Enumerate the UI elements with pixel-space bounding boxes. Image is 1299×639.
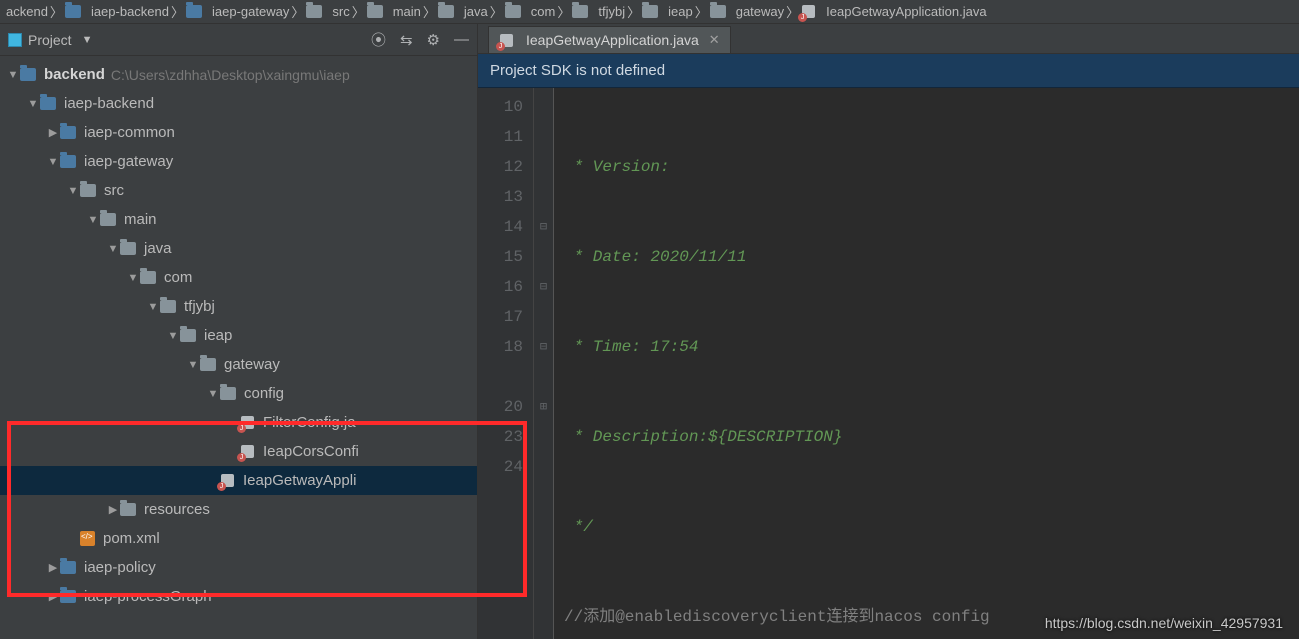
tree-file-pom[interactable]: ▶pom.xml: [0, 524, 477, 553]
module-icon: [186, 5, 202, 18]
module-icon: [60, 126, 76, 139]
project-header: Project ▼ ⦿ ⇆ ⚙ —: [0, 24, 477, 56]
editor: J IeapGetwayApplication.java ✕ Project S…: [478, 24, 1299, 639]
folder-icon: [120, 503, 136, 516]
java-file-icon: J: [499, 33, 514, 48]
chevron-down-icon: ▼: [82, 34, 93, 46]
tree-node-main[interactable]: ▼main: [0, 205, 477, 234]
module-icon: [65, 5, 81, 18]
folder-icon: [160, 300, 176, 313]
fold-gutter[interactable]: ⊟⊟⊟⊞: [534, 88, 554, 639]
tree-node-iaep-gateway[interactable]: ▼iaep-gateway: [0, 147, 477, 176]
project-tool-window: Project ▼ ⦿ ⇆ ⚙ — ▼backendC:\Users\zdhha…: [0, 24, 478, 639]
folder-icon: [80, 184, 96, 197]
tree-node-com[interactable]: ▼com: [0, 263, 477, 292]
crumb-item[interactable]: JIeapGetwayApplication.java: [801, 4, 986, 19]
crumb-item[interactable]: main: [367, 4, 421, 19]
tree-node-iaep-common[interactable]: ▶iaep-common: [0, 118, 477, 147]
project-tree[interactable]: ▼backendC:\Users\zdhha\Desktop\xaingmu\i…: [0, 56, 477, 639]
tree-node-iaep-policy[interactable]: ▶iaep-policy: [0, 553, 477, 582]
hide-icon[interactable]: —: [454, 31, 469, 48]
tree-file-getwayapp[interactable]: ▶JIeapGetwayAppli: [0, 466, 477, 495]
editor-tabbar: J IeapGetwayApplication.java ✕: [478, 24, 1299, 54]
tree-root[interactable]: ▼backendC:\Users\zdhha\Desktop\xaingmu\i…: [0, 60, 477, 89]
crumb-item[interactable]: iaep-backend: [65, 4, 169, 19]
code-area[interactable]: 101112131415161718202324 ⊟⊟⊟⊞ * Version:…: [478, 88, 1299, 639]
folder-icon: [180, 329, 196, 342]
tree-node-iaep-processgraph[interactable]: ▶iaep-processGraph: [0, 582, 477, 611]
settings-icon[interactable]: ⚙: [427, 31, 440, 49]
breadcrumb: ackend〉 iaep-backend〉 iaep-gateway〉 src〉…: [0, 0, 1299, 24]
crumb-item[interactable]: tfjybj: [572, 4, 625, 19]
crumb-item[interactable]: ackend: [6, 4, 48, 19]
tree-node-src[interactable]: ▼src: [0, 176, 477, 205]
crumb-item[interactable]: iaep-gateway: [186, 4, 289, 19]
module-icon: [40, 97, 56, 110]
tab-label: IeapGetwayApplication.java: [526, 32, 699, 48]
java-file-icon: J: [240, 415, 255, 430]
tree-node-gateway[interactable]: ▼gateway: [0, 350, 477, 379]
module-icon: [20, 68, 36, 81]
project-view-selector[interactable]: Project ▼: [8, 32, 92, 48]
folder-icon: [140, 271, 156, 284]
crumb-item[interactable]: com: [505, 4, 556, 19]
module-icon: [60, 561, 76, 574]
close-icon[interactable]: ✕: [709, 32, 720, 48]
folder-icon: [367, 5, 383, 18]
folder-icon: [438, 5, 454, 18]
crumb-item[interactable]: java: [438, 4, 488, 19]
java-file-icon: J: [240, 444, 255, 459]
tree-file-filterconfig[interactable]: ▶JFilterConfig.ja: [0, 408, 477, 437]
crumb-item[interactable]: src: [306, 4, 349, 19]
sdk-warning-banner[interactable]: Project SDK is not defined: [478, 54, 1299, 88]
project-icon: [8, 33, 22, 47]
folder-icon: [642, 5, 658, 18]
java-file-icon: J: [801, 4, 816, 19]
folder-icon: [505, 5, 521, 18]
tree-node-config[interactable]: ▼config: [0, 379, 477, 408]
folder-icon: [306, 5, 322, 18]
tree-node-java[interactable]: ▼java: [0, 234, 477, 263]
module-icon: [60, 155, 76, 168]
watermark: https://blog.csdn.net/weixin_42957931: [1045, 615, 1283, 631]
maven-icon: [80, 531, 95, 546]
tree-node-tfjybj[interactable]: ▼tfjybj: [0, 292, 477, 321]
folder-icon: [200, 358, 216, 371]
tree-node-resources[interactable]: ▶resources: [0, 495, 477, 524]
folder-icon: [120, 242, 136, 255]
java-file-icon: J: [220, 473, 235, 488]
folder-icon: [572, 5, 588, 18]
tree-file-corsconfig[interactable]: ▶JIeapCorsConfi: [0, 437, 477, 466]
editor-tab[interactable]: J IeapGetwayApplication.java ✕: [488, 26, 731, 53]
module-icon: [60, 590, 76, 603]
tree-node-ieap[interactable]: ▼ieap: [0, 321, 477, 350]
folder-icon: [710, 5, 726, 18]
tree-node-iaep-backend[interactable]: ▼iaep-backend: [0, 89, 477, 118]
collapse-icon[interactable]: ⇆: [400, 31, 413, 49]
folder-icon: [100, 213, 116, 226]
crumb-item[interactable]: gateway: [710, 4, 784, 19]
code-content[interactable]: * Version: * Date: 2020/11/11 * Time: 17…: [554, 88, 1299, 639]
locate-icon[interactable]: ⦿: [371, 29, 386, 50]
folder-icon: [220, 387, 236, 400]
crumb-item[interactable]: ieap: [642, 4, 693, 19]
line-gutter: 101112131415161718202324: [478, 88, 534, 639]
